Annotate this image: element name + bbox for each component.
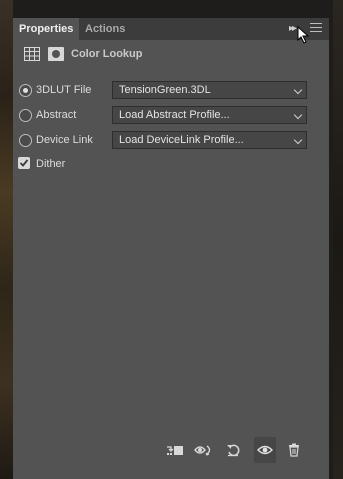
tab-properties[interactable]: Properties <box>13 18 80 40</box>
dither-checkbox[interactable] <box>18 157 30 169</box>
adjustment-header: Color Lookup <box>13 42 329 68</box>
option-row-abstract: Abstract Load Abstract Profile... <box>13 106 329 126</box>
background-image-right <box>333 0 343 479</box>
label-3dlut-file: 3DLUT File <box>36 84 92 96</box>
label-dither: Dither <box>36 158 66 170</box>
label-abstract: Abstract <box>36 109 77 121</box>
tab-actions[interactable]: Actions <box>79 18 131 40</box>
panel-menu-icon[interactable] <box>310 23 322 35</box>
delete-adjustment-button[interactable] <box>283 437 305 463</box>
select-abstract-value: Load Abstract Profile... <box>119 109 230 121</box>
toggle-visibility-button[interactable] <box>254 437 276 463</box>
select-3dlut-file[interactable]: TensionGreen.3DL <box>112 81 307 99</box>
background-image-left <box>0 0 13 479</box>
view-previous-state-button[interactable] <box>193 437 215 463</box>
select-devicelink-profile[interactable]: Load DeviceLink Profile... <box>112 131 307 149</box>
radio-3dlut-file[interactable] <box>19 84 32 97</box>
radio-abstract[interactable] <box>19 109 32 122</box>
clip-to-layer-button[interactable] <box>164 437 186 463</box>
properties-panel: Properties Actions ▸▸ Color Lookup 3DLUT… <box>13 18 329 479</box>
layer-mask-icon[interactable] <box>48 47 64 61</box>
option-row-device-link: Device Link Load DeviceLink Profile... <box>13 131 329 151</box>
panel-tab-bar: Properties Actions ▸▸ <box>13 18 329 40</box>
select-3dlut-value: TensionGreen.3DL <box>119 84 211 96</box>
clip-to-layer-icon <box>167 446 183 455</box>
adjustment-layer-grid-icon <box>24 47 40 61</box>
chevron-down-icon <box>293 110 303 120</box>
mouse-cursor-icon <box>297 26 310 44</box>
trash-icon <box>289 443 299 457</box>
label-device-link: Device Link <box>36 134 93 146</box>
select-devicelink-value: Load DeviceLink Profile... <box>119 134 244 146</box>
chevron-down-icon <box>293 135 303 145</box>
radio-device-link[interactable] <box>19 134 32 147</box>
dither-row: Dither <box>13 155 329 175</box>
view-previous-state-icon <box>194 445 211 456</box>
panel-footer-toolbar <box>13 433 329 469</box>
reset-button[interactable] <box>222 437 244 463</box>
option-row-3dlut: 3DLUT File TensionGreen.3DL <box>13 81 329 101</box>
reset-icon <box>227 444 240 457</box>
chevron-down-icon <box>293 85 303 95</box>
visibility-eye-icon <box>257 445 273 455</box>
select-abstract-profile[interactable]: Load Abstract Profile... <box>112 106 307 124</box>
checkmark-icon <box>19 159 29 167</box>
panel-title: Color Lookup <box>71 48 143 60</box>
